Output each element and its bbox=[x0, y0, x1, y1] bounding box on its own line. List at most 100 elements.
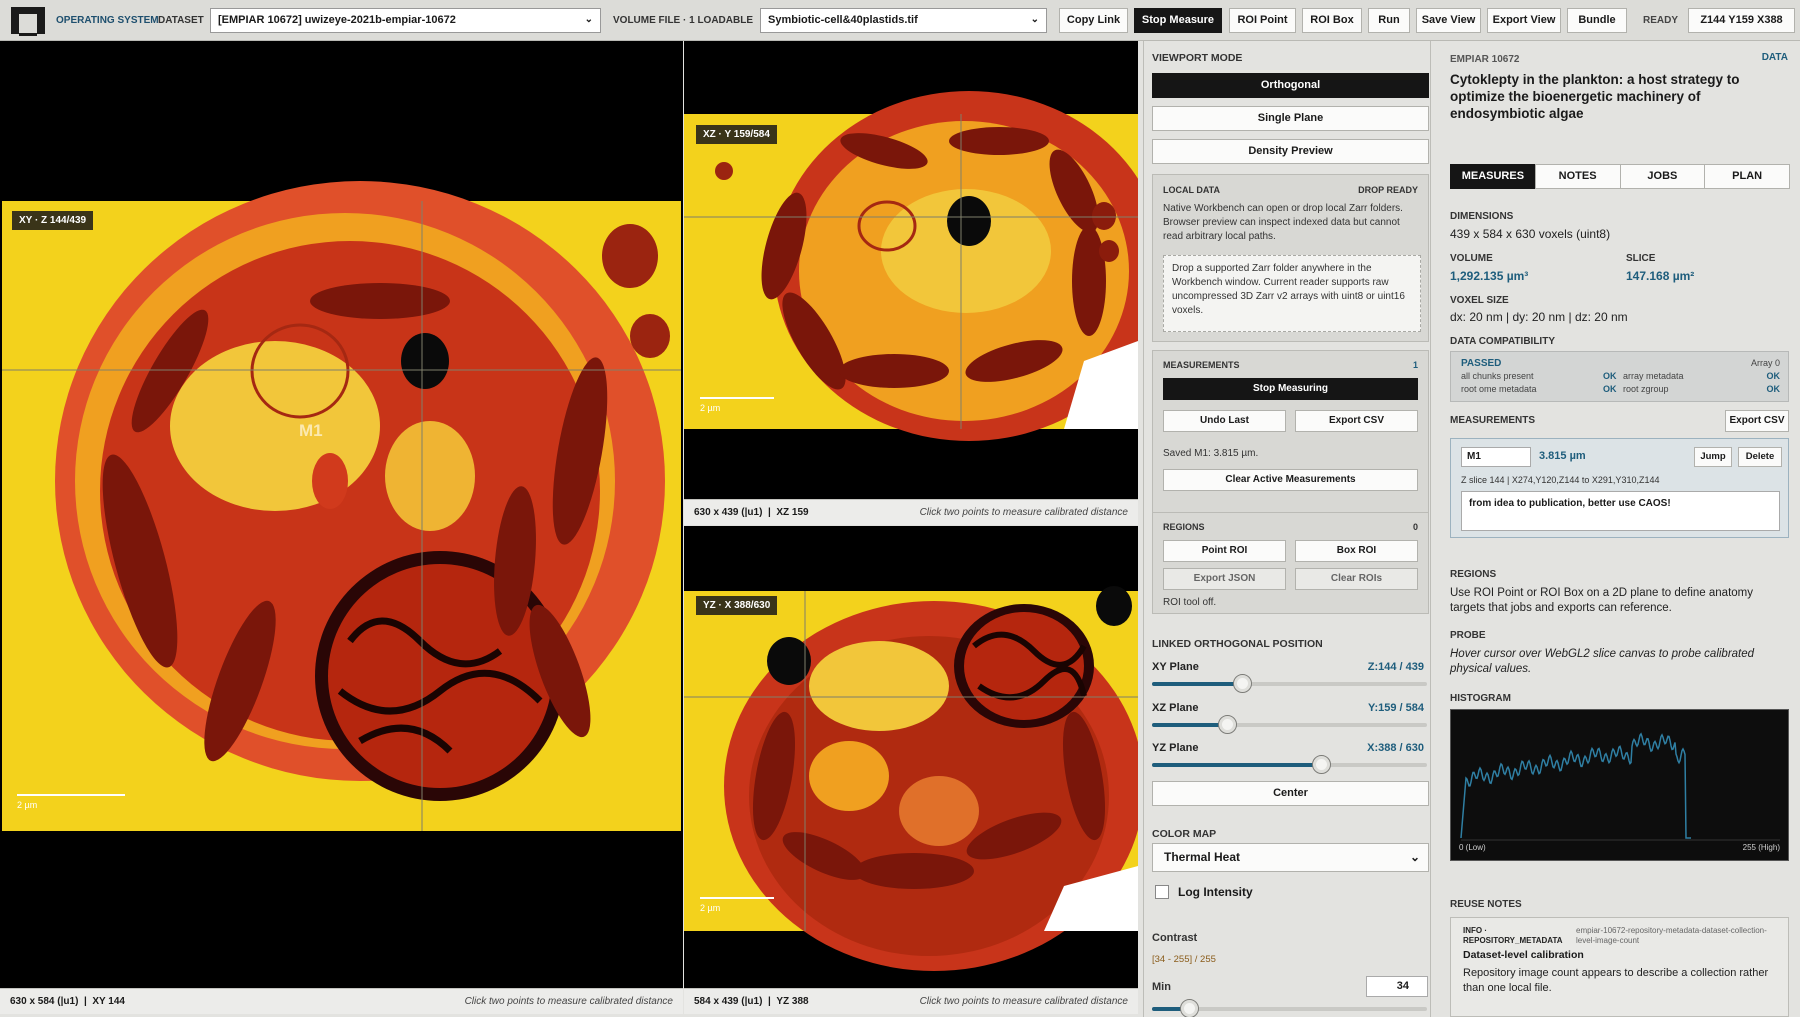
info-tabs: MEASURES NOTES JOBS PLAN bbox=[1450, 164, 1790, 189]
volume-file-label: VOLUME FILE · 1 LOADABLE bbox=[613, 15, 753, 26]
yz-plane-slider[interactable] bbox=[1152, 755, 1427, 774]
dataset-select[interactable]: [EMPIAR 10672] uwizeye-2021b-empiar-1067… bbox=[210, 8, 601, 33]
stop-measure-button[interactable]: Stop Measure bbox=[1134, 8, 1222, 33]
export-json-button[interactable]: Export JSON bbox=[1163, 568, 1286, 590]
tab-notes[interactable]: NOTES bbox=[1534, 164, 1621, 189]
local-data-status: DROP READY bbox=[1358, 185, 1418, 195]
regions-text: Use ROI Point or ROI Box on a 2D plane t… bbox=[1450, 587, 1753, 614]
measurement-note: from idea to publication, better use CAO… bbox=[1469, 498, 1671, 509]
point-roi-button[interactable]: Point ROI bbox=[1163, 540, 1286, 562]
voxel-size-label: VOXEL SIZE bbox=[1450, 295, 1509, 306]
log-intensity-label: Log Intensity bbox=[1178, 885, 1253, 899]
yz-scale-bar-label: 2 µm bbox=[700, 903, 721, 913]
status-label: READY bbox=[1643, 15, 1679, 26]
stop-measuring-button[interactable]: Stop Measuring bbox=[1163, 378, 1418, 400]
xz-dims: 630 x 439 (|u1) bbox=[694, 507, 763, 518]
yz-plane-index: YZ 388 bbox=[776, 996, 809, 1007]
dimensions-value: 439 x 584 x 630 voxels (uint8) bbox=[1450, 227, 1611, 241]
contrast-label: Contrast bbox=[1152, 932, 1198, 944]
top-bar: OPERATING SYSTEM DATASET [EMPIAR 10672] … bbox=[0, 0, 1800, 41]
measurement-name: M1 bbox=[1467, 451, 1481, 462]
tab-jobs[interactable]: JOBS bbox=[1619, 164, 1706, 189]
regions-label: REGIONS bbox=[1450, 569, 1497, 580]
data-link[interactable]: DATA bbox=[1762, 52, 1788, 63]
xy-plane-slider-handle[interactable] bbox=[1233, 674, 1253, 693]
tab-measures[interactable]: MEASURES bbox=[1450, 164, 1536, 189]
regions-title: REGIONS bbox=[1163, 522, 1205, 532]
export-csv-button[interactable]: Export CSV bbox=[1725, 410, 1789, 432]
histogram-low-label: 0 (Low) bbox=[1459, 843, 1486, 852]
export-view-button[interactable]: Export View bbox=[1487, 8, 1561, 33]
log-intensity-checkbox[interactable] bbox=[1155, 885, 1169, 899]
data-compatibility-label: DATA COMPATIBILITY bbox=[1450, 336, 1555, 347]
undo-last-button[interactable]: Undo Last bbox=[1163, 410, 1286, 432]
measurements-label: MEASUREMENTS bbox=[1450, 415, 1536, 426]
histogram-chart: 0 (Low) 255 (High) bbox=[1450, 709, 1789, 861]
mode-orthogonal-button[interactable]: Orthogonal bbox=[1152, 73, 1429, 98]
zarr-drop-zone[interactable]: Drop a supported Zarr folder anywhere in… bbox=[1163, 255, 1421, 332]
volume-label: VOLUME bbox=[1450, 253, 1493, 264]
xy-viewport[interactable]: XY · Z 144/439 M1 2 µm bbox=[0, 41, 683, 988]
check-ok: OK bbox=[1766, 384, 1781, 394]
mode-density-preview-button[interactable]: Density Preview bbox=[1152, 139, 1429, 164]
local-data-description: Native Workbench can open or drop local … bbox=[1163, 203, 1403, 242]
chevron-down-icon: ⌄ bbox=[584, 14, 593, 25]
xz-plane-index: XZ 159 bbox=[776, 507, 809, 518]
copy-link-button[interactable]: Copy Link bbox=[1059, 8, 1128, 33]
reuse-note-title: Dataset-level calibration bbox=[1463, 949, 1584, 961]
compatibility-card: PASSED Array 0 all chunks present OK arr… bbox=[1450, 351, 1789, 402]
reuse-note-key: empiar-10672-repository-metadata-dataset… bbox=[1576, 926, 1767, 945]
bundle-button[interactable]: Bundle bbox=[1567, 8, 1627, 33]
xy-plane-slider[interactable] bbox=[1152, 674, 1427, 693]
measurement-label: M1 bbox=[299, 421, 323, 440]
cursor-coordinates: Z144 Y159 X388 bbox=[1688, 8, 1795, 33]
yz-dims: 584 x 439 (|u1) bbox=[694, 996, 763, 1007]
xz-hint: Click two points to measure calibrated d… bbox=[919, 507, 1128, 518]
yz-plane-value: X:388 / 630 bbox=[1367, 742, 1424, 754]
delete-button[interactable]: Delete bbox=[1738, 447, 1782, 467]
xz-scale-bar-label: 2 µm bbox=[700, 403, 721, 413]
local-data-card: LOCAL DATA DROP READY Native Workbench c… bbox=[1152, 174, 1429, 342]
center-button[interactable]: Center bbox=[1152, 781, 1429, 806]
compatibility-status: PASSED bbox=[1461, 358, 1502, 369]
jump-button[interactable]: Jump bbox=[1694, 447, 1732, 467]
roi-box-button[interactable]: ROI Box bbox=[1302, 8, 1362, 33]
xy-slice-canvas[interactable] bbox=[0, 41, 683, 988]
tab-plan[interactable]: PLAN bbox=[1704, 164, 1790, 189]
xz-viewport[interactable]: XZ · Y 159/584 2 µm bbox=[684, 41, 1138, 499]
xz-slice-canvas[interactable] bbox=[684, 41, 1138, 499]
measurement-detail: Z slice 144 | X274,Y120,Z144 to X291,Y31… bbox=[1461, 475, 1660, 485]
dataset-title: Cytoklepty in the plankton: a host strat… bbox=[1450, 72, 1740, 121]
min-contrast-slider-handle[interactable] bbox=[1179, 999, 1199, 1017]
xz-plane-slider[interactable] bbox=[1152, 715, 1427, 734]
export-csv-button[interactable]: Export CSV bbox=[1295, 410, 1418, 432]
saved-measurement-text: Saved M1: 3.815 µm. bbox=[1163, 448, 1259, 459]
clear-rois-button[interactable]: Clear ROIs bbox=[1295, 568, 1418, 590]
save-view-button[interactable]: Save View bbox=[1416, 8, 1481, 33]
check-name: array metadata bbox=[1623, 371, 1684, 381]
os-label: OPERATING SYSTEM bbox=[56, 15, 159, 26]
slice-label: SLICE bbox=[1626, 253, 1656, 264]
xy-plane-tag: XY · Z 144/439 bbox=[12, 211, 94, 230]
box-roi-button[interactable]: Box ROI bbox=[1295, 540, 1418, 562]
min-contrast-slider[interactable] bbox=[1152, 999, 1427, 1017]
min-value-input[interactable]: 34 bbox=[1366, 976, 1428, 997]
xz-plane-slider-handle[interactable] bbox=[1217, 715, 1237, 734]
color-map-title: COLOR MAP bbox=[1152, 828, 1217, 840]
measurement-note-textarea[interactable]: from idea to publication, better use CAO… bbox=[1461, 491, 1780, 531]
roi-point-button[interactable]: ROI Point bbox=[1229, 8, 1296, 33]
volume-file-select[interactable]: Symbiotic-cell&40plastids.tif ⌄ bbox=[760, 8, 1047, 33]
clear-active-measurements-button[interactable]: Clear Active Measurements bbox=[1163, 469, 1418, 491]
run-button[interactable]: Run bbox=[1368, 8, 1410, 33]
slice-value: 147.168 µm² bbox=[1626, 269, 1695, 283]
yz-plane-slider-handle[interactable] bbox=[1312, 755, 1332, 774]
xz-plane-label: XZ Plane bbox=[1152, 702, 1199, 714]
app-logo-icon bbox=[11, 7, 45, 36]
measurements-title: MEASUREMENTS bbox=[1163, 360, 1240, 370]
color-map-select[interactable]: Thermal Heat ⌄ bbox=[1152, 843, 1429, 872]
mode-single-plane-button[interactable]: Single Plane bbox=[1152, 106, 1429, 131]
check-ok: OK bbox=[1603, 371, 1617, 381]
yz-viewport[interactable]: YZ · X 388/630 2 µm bbox=[684, 526, 1138, 988]
color-map-value: Thermal Heat bbox=[1164, 850, 1241, 864]
measurement-name-input[interactable]: M1 bbox=[1461, 447, 1531, 467]
